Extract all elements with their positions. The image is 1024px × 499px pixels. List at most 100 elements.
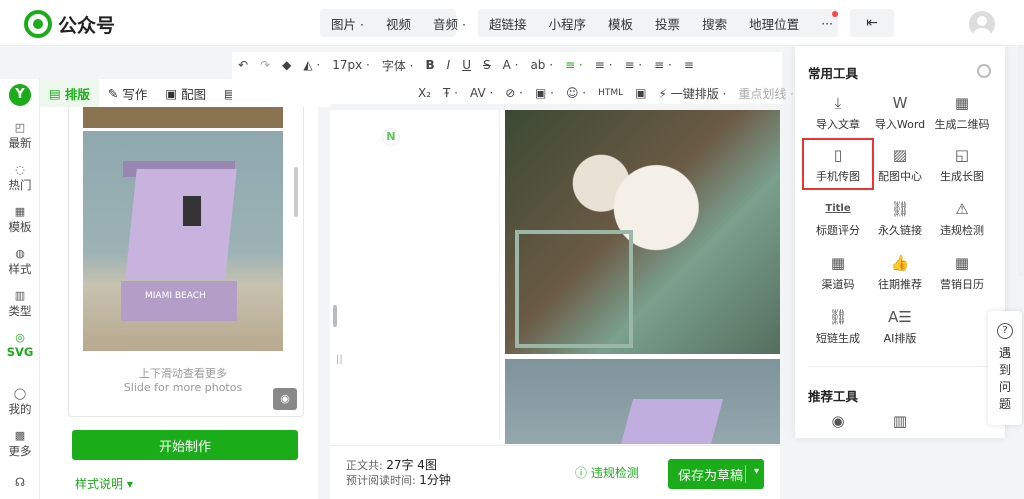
more-button[interactable]: ··· [810, 16, 844, 31]
insert-location-button[interactable]: 地理位置 [738, 14, 810, 33]
tool-qrcode[interactable]: ▦ 生成二维码 [928, 92, 996, 132]
nav-item-hot[interactable]: ◌ 热门 [0, 163, 40, 193]
line-height-icon[interactable]: ≡ · [618, 58, 648, 72]
editor-area[interactable]: || N 正文共: 27字 4图 预计阅读时间: 1分钟 ⓘ 违规检测 保存为草… [330, 110, 780, 499]
insert-search-button[interactable]: 搜索 [691, 14, 738, 33]
recommended-tools-title: 推荐工具 [808, 389, 859, 404]
style-note-link[interactable]: 样式说明 ▾ [75, 475, 133, 492]
app-logo[interactable]: 公众号 [24, 10, 115, 38]
undo-icon[interactable]: ↶ [232, 58, 254, 72]
link-icon: ⛓ [890, 200, 910, 218]
redo-icon[interactable]: ↷ [254, 58, 276, 72]
nav-item-latest[interactable]: ◰ 最新 [0, 121, 40, 151]
tool-ai-layout[interactable]: A☰ AI排版 [866, 306, 934, 346]
nav-item-more[interactable]: ▩ 更多 [0, 429, 40, 459]
page-scrollbar[interactable] [1018, 46, 1024, 276]
highlight-underline-button[interactable]: 重点划线 · [732, 85, 800, 102]
tool-past-recommend[interactable]: 👍 往期推荐 [866, 252, 934, 292]
clear-format-icon[interactable]: ◭ · [297, 58, 326, 72]
lifeguard-photo[interactable] [505, 359, 780, 444]
nav-item-types[interactable]: ▥ 类型 [0, 289, 40, 319]
font-color-button[interactable]: A · [497, 58, 525, 72]
tool-violation-check[interactable]: ⚠ 违规检测 [928, 198, 996, 238]
tool-channel-code[interactable]: ▦ 渠道码 [804, 252, 872, 292]
ai-layout-icon: A☰ [888, 308, 912, 326]
insert-hyperlink-button[interactable]: 超链接 [478, 14, 538, 33]
image-icon: ▨ [892, 146, 908, 164]
resize-handle[interactable]: || [336, 354, 343, 365]
emoji-icon[interactable]: ☺ · [560, 86, 592, 100]
tool-title-score[interactable]: Title 标题评分 [804, 198, 872, 238]
divider-button[interactable]: ⊘ · [499, 86, 529, 100]
format-painter-icon[interactable]: ◆ [276, 58, 297, 72]
tab-images[interactable]: ▣ 配图 [156, 79, 215, 107]
nav-item-templates[interactable]: ▦ 模板 [0, 205, 40, 235]
tool-phone-upload[interactable]: ▯ 手机传图 [802, 138, 874, 190]
eye-icon[interactable]: ◉ [273, 388, 297, 410]
notification-dot [832, 11, 838, 17]
background-color-button[interactable]: ab · [524, 58, 559, 72]
panel-scrollbar[interactable] [294, 167, 298, 217]
style-icon: ◍ [15, 247, 25, 260]
layout-icon: ▤ [49, 85, 61, 101]
qrcode-icon: ▦ [954, 94, 970, 112]
plugin-logo-icon[interactable]: Y [9, 84, 31, 106]
italic-button[interactable]: I [441, 58, 457, 72]
font-size-select[interactable]: 17px · [326, 58, 376, 72]
indent-icon[interactable]: ≡ · [589, 58, 619, 72]
tool-short-link[interactable]: ⛓ 短链生成 [804, 306, 872, 346]
underline-button[interactable]: U [456, 58, 477, 72]
insert-miniprogram-button[interactable]: 小程序 [538, 14, 598, 33]
tool-marketing-calendar[interactable]: ▦ 营销日历 [928, 252, 996, 292]
insert-template-button[interactable]: 模板 [597, 14, 644, 33]
type-icon: ▥ [14, 289, 26, 302]
chevron-down-icon[interactable]: ▾ [754, 466, 759, 477]
insert-video-button[interactable]: 视频 [375, 14, 422, 33]
tab-writing[interactable]: ✎ 写作 [99, 79, 157, 107]
headset-icon[interactable]: ☊ [0, 475, 40, 489]
plugin-float-icon[interactable]: N [382, 128, 400, 146]
insert-vote-button[interactable]: 投票 [644, 14, 691, 33]
bold-button[interactable]: B [419, 58, 440, 72]
tool-import-article[interactable]: ⤓ 导入文章 [804, 92, 872, 132]
help-button[interactable]: ? 遇 到 问 题 [988, 311, 1022, 425]
subscript-button[interactable]: X₂ [412, 86, 437, 100]
editor-scrollbar[interactable] [333, 305, 337, 327]
app-title: 公众号 [58, 14, 116, 37]
briefcase-icon[interactable]: ▣ [629, 86, 652, 100]
recommended-tool-2[interactable]: ▥ [866, 410, 934, 434]
save-draft-button[interactable]: 保存为草稿 ▾ [668, 459, 764, 489]
more-format-icon[interactable]: ≡ [678, 58, 700, 72]
letter-spacing-button[interactable]: AV · [464, 86, 499, 100]
tool-import-word[interactable]: W 导入Word [866, 92, 934, 132]
strikethrough-button[interactable]: S [477, 58, 497, 72]
nav-item-styles[interactable]: ◍ 样式 [0, 247, 40, 277]
insert-audio-menu[interactable]: 音频 · [422, 14, 477, 33]
exit-icon[interactable]: ⇤ [850, 9, 894, 37]
nav-item-mine[interactable]: ◯ 我的 [0, 387, 40, 417]
tools-panel: 常用工具 ⤓ 导入文章 W 导入Word ▦ 生成二维码 ▯ 手机传图 ▨ 配图中心 ◱ 生… [795, 46, 1005, 438]
list-icon[interactable]: ≡ · [648, 58, 678, 72]
tab-layout[interactable]: ▤ 排版 [40, 79, 99, 107]
one-click-layout-button[interactable]: ⚡ 一键排版 · [652, 85, 732, 102]
import-icon: ⤓ [834, 94, 842, 112]
insert-image-menu[interactable]: 图片 · [320, 14, 375, 33]
tool-permalink[interactable]: ⛓ 永久链接 [866, 198, 934, 238]
gear-icon[interactable] [977, 64, 991, 78]
recommended-tool-1[interactable]: ◉ [804, 410, 872, 434]
tool-image-center[interactable]: ▨ 配图中心 [866, 144, 934, 184]
pen-icon: ✎ [107, 85, 119, 101]
align-icon[interactable]: ≡ · [559, 58, 589, 72]
tool-long-image[interactable]: ◱ 生成长图 [928, 144, 996, 184]
avatar[interactable] [969, 11, 995, 37]
nav-item-svg[interactable]: ◎ SVG [0, 331, 40, 359]
text-indent-button[interactable]: Ŧ · [437, 86, 464, 100]
link-icon: ⛓ [828, 308, 848, 326]
start-button[interactable]: 开始制作 [72, 430, 298, 460]
template-preview-top [83, 107, 283, 128]
html-icon[interactable]: HTML [592, 88, 629, 98]
violation-check-button[interactable]: ⓘ 违规检测 [575, 464, 639, 481]
insert-image-icon[interactable]: ▣ · [529, 86, 560, 100]
font-family-select[interactable]: 字体 · [376, 57, 420, 74]
flower-photo[interactable] [505, 110, 780, 354]
